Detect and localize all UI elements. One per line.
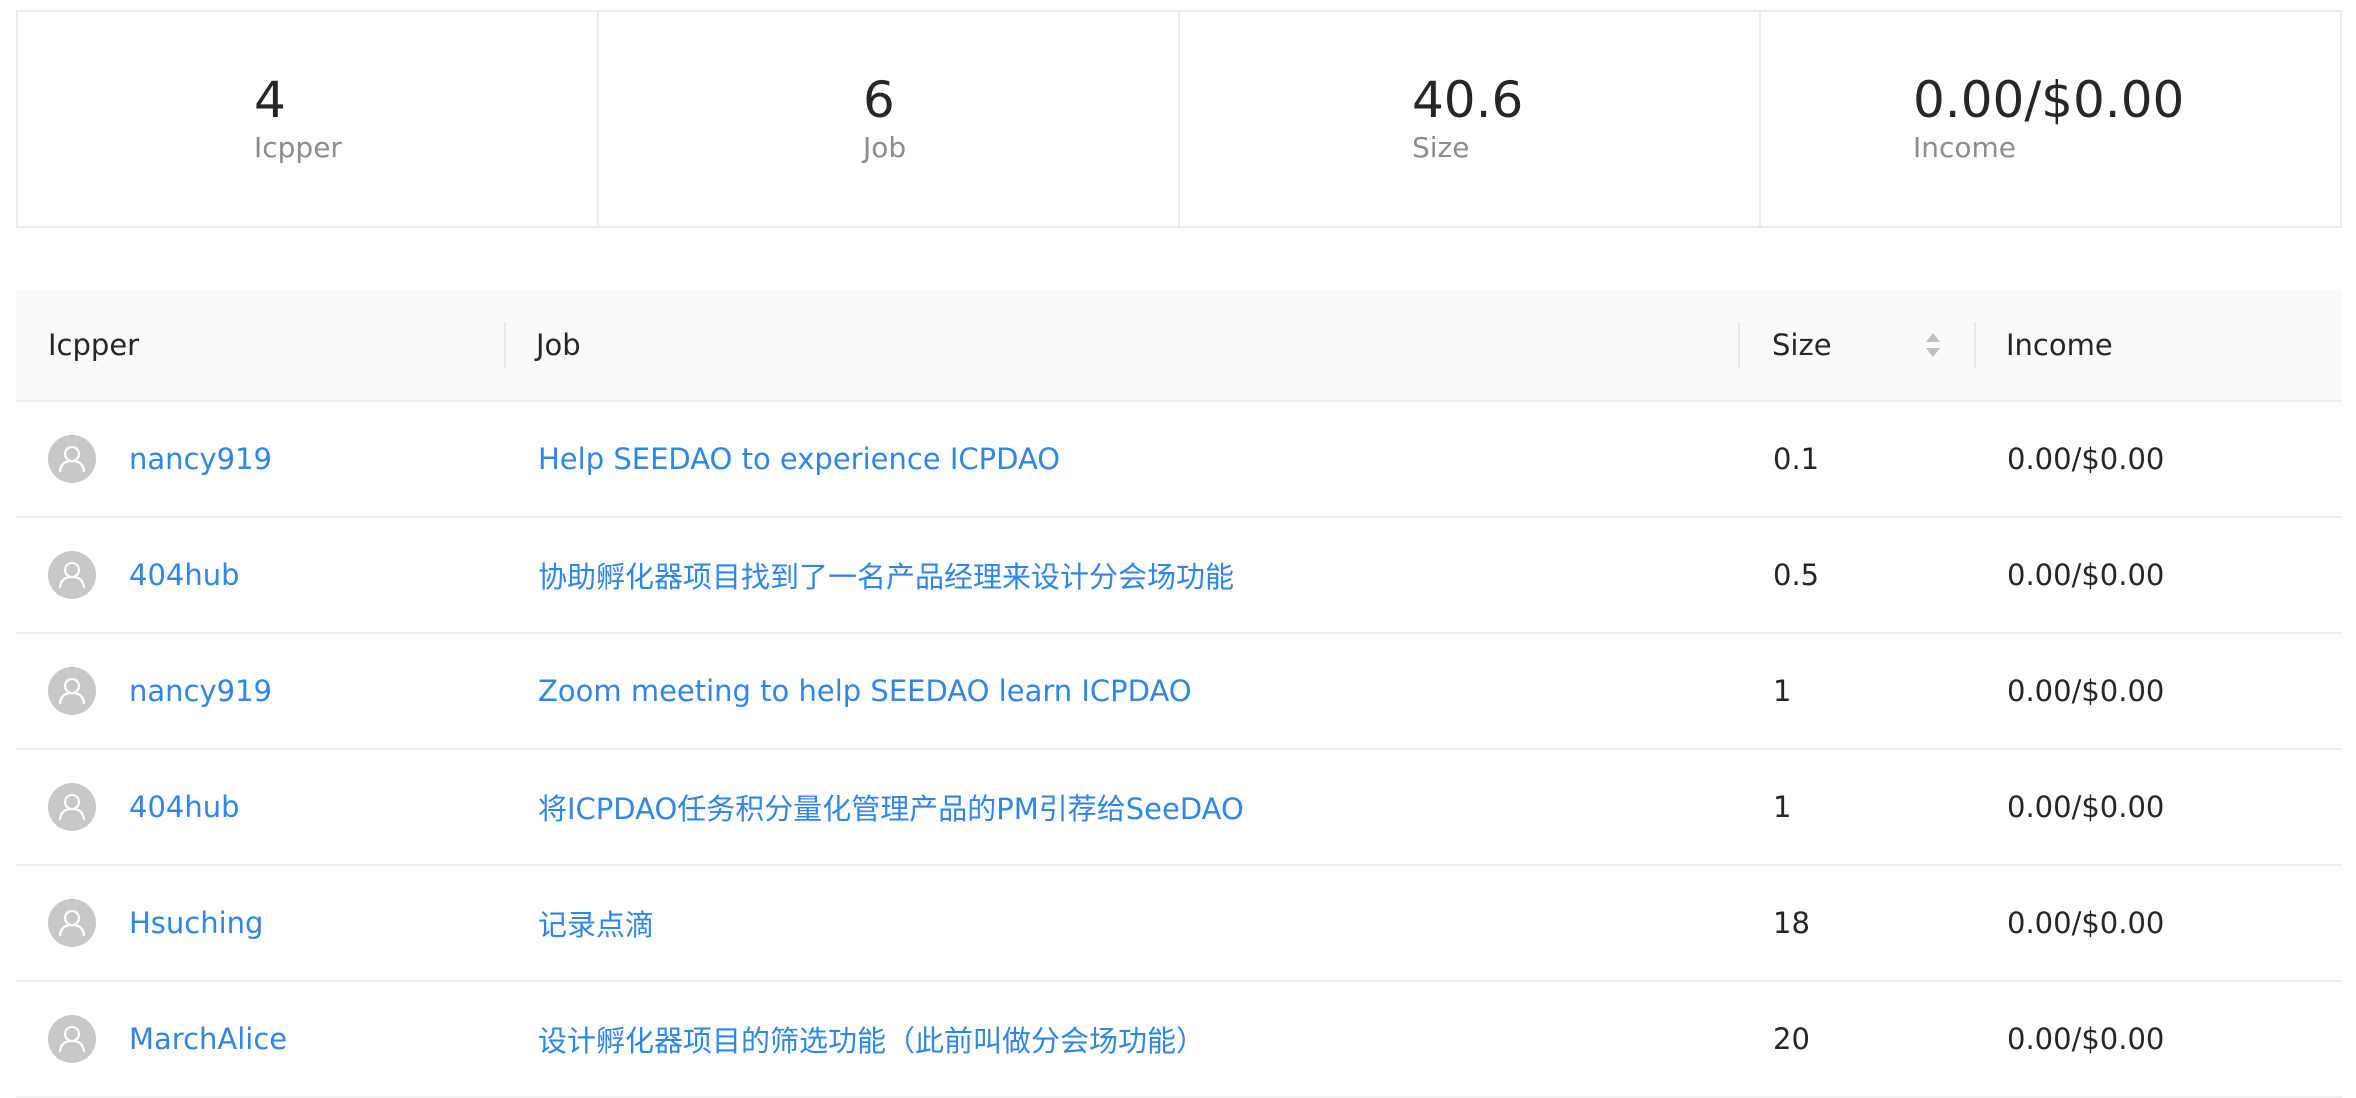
size-value: 1 bbox=[1773, 674, 1792, 708]
size-value: 0.1 bbox=[1773, 442, 1820, 476]
income-value: 0.00/$0.00 bbox=[2007, 442, 2165, 476]
job-link[interactable]: Zoom meeting to help SEEDAO learn ICPDAO bbox=[538, 634, 1192, 748]
stat-value: 4 bbox=[254, 71, 286, 129]
column-header-income: Income bbox=[2006, 328, 2113, 362]
job-link[interactable]: 记录点滴 bbox=[538, 866, 654, 980]
table-row: nancy919 Help SEEDAO to experience ICPDA… bbox=[16, 402, 2342, 518]
column-header-size[interactable]: Size bbox=[1772, 290, 1832, 400]
stat-label: Job bbox=[863, 131, 907, 164]
table-row: MarchAlice 设计孵化器项目的筛选功能（此前叫做分会场功能） 20 0.… bbox=[16, 982, 2342, 1098]
stat-job: 6 Job bbox=[599, 12, 1180, 226]
income-value: 0.00/$0.00 bbox=[2007, 1022, 2165, 1056]
size-value: 20 bbox=[1773, 1022, 1810, 1056]
stats-card: 4 Icpper 6 Job 40.6 Size 0.00/$0.00 Inco… bbox=[16, 10, 2342, 228]
stat-icpper: 4 Icpper bbox=[18, 12, 599, 226]
icpper-link[interactable]: 404hub bbox=[129, 750, 240, 864]
table-header: Icpper Job Size Income bbox=[16, 290, 2342, 402]
table-row: 404hub 协助孵化器项目找到了一名产品经理来设计分会场功能 0.5 0.00… bbox=[16, 518, 2342, 634]
stat-label: Icpper bbox=[254, 131, 342, 164]
income-value: 0.00/$0.00 bbox=[2007, 906, 2165, 940]
user-icon[interactable] bbox=[48, 783, 96, 831]
icpper-link[interactable]: Hsuching bbox=[129, 866, 263, 980]
job-link[interactable]: Help SEEDAO to experience ICPDAO bbox=[538, 402, 1060, 516]
stat-value: 0.00/$0.00 bbox=[1913, 71, 2185, 129]
column-divider bbox=[504, 322, 506, 368]
income-value: 0.00/$0.00 bbox=[2007, 558, 2165, 592]
icpper-link[interactable]: nancy919 bbox=[129, 634, 272, 748]
income-value: 0.00/$0.00 bbox=[2007, 790, 2165, 824]
icpper-link[interactable]: nancy919 bbox=[129, 402, 272, 516]
size-value: 18 bbox=[1773, 906, 1810, 940]
stat-value: 6 bbox=[863, 71, 895, 129]
table-row: nancy919 Zoom meeting to help SEEDAO lea… bbox=[16, 634, 2342, 750]
stat-value: 40.6 bbox=[1412, 71, 1524, 129]
size-value: 1 bbox=[1773, 790, 1792, 824]
user-icon[interactable] bbox=[48, 1015, 96, 1063]
stat-income: 0.00/$0.00 Income bbox=[1761, 12, 2340, 226]
user-icon[interactable] bbox=[48, 899, 96, 947]
table-body: nancy919 Help SEEDAO to experience ICPDA… bbox=[16, 402, 2342, 1098]
job-link[interactable]: 协助孵化器项目找到了一名产品经理来设计分会场功能 bbox=[538, 518, 1234, 632]
user-icon[interactable] bbox=[48, 435, 96, 483]
column-header-icpper: Icpper bbox=[48, 328, 140, 362]
stat-size: 40.6 Size bbox=[1180, 12, 1761, 226]
column-divider bbox=[1974, 322, 1976, 368]
stat-label: Size bbox=[1412, 131, 1470, 164]
column-header-job: Job bbox=[536, 328, 581, 362]
job-link[interactable]: 将ICPDAO任务积分量化管理产品的PM引荐给SeeDAO bbox=[538, 750, 1244, 864]
size-value: 0.5 bbox=[1773, 558, 1820, 592]
user-icon[interactable] bbox=[48, 551, 96, 599]
icpper-link[interactable]: MarchAlice bbox=[129, 982, 287, 1096]
income-value: 0.00/$0.00 bbox=[2007, 674, 2165, 708]
sort-icon[interactable] bbox=[1924, 328, 1942, 362]
column-divider bbox=[1738, 322, 1740, 368]
stat-label: Income bbox=[1913, 131, 2017, 164]
table-row: 404hub 将ICPDAO任务积分量化管理产品的PM引荐给SeeDAO 1 0… bbox=[16, 750, 2342, 866]
table-row: Hsuching 记录点滴 18 0.00/$0.00 bbox=[16, 866, 2342, 982]
job-link[interactable]: 设计孵化器项目的筛选功能（此前叫做分会场功能） bbox=[538, 982, 1205, 1096]
jobs-table: Icpper Job Size Income nancy919 Help SEE… bbox=[16, 290, 2342, 1098]
icpper-link[interactable]: 404hub bbox=[129, 518, 240, 632]
user-icon[interactable] bbox=[48, 667, 96, 715]
